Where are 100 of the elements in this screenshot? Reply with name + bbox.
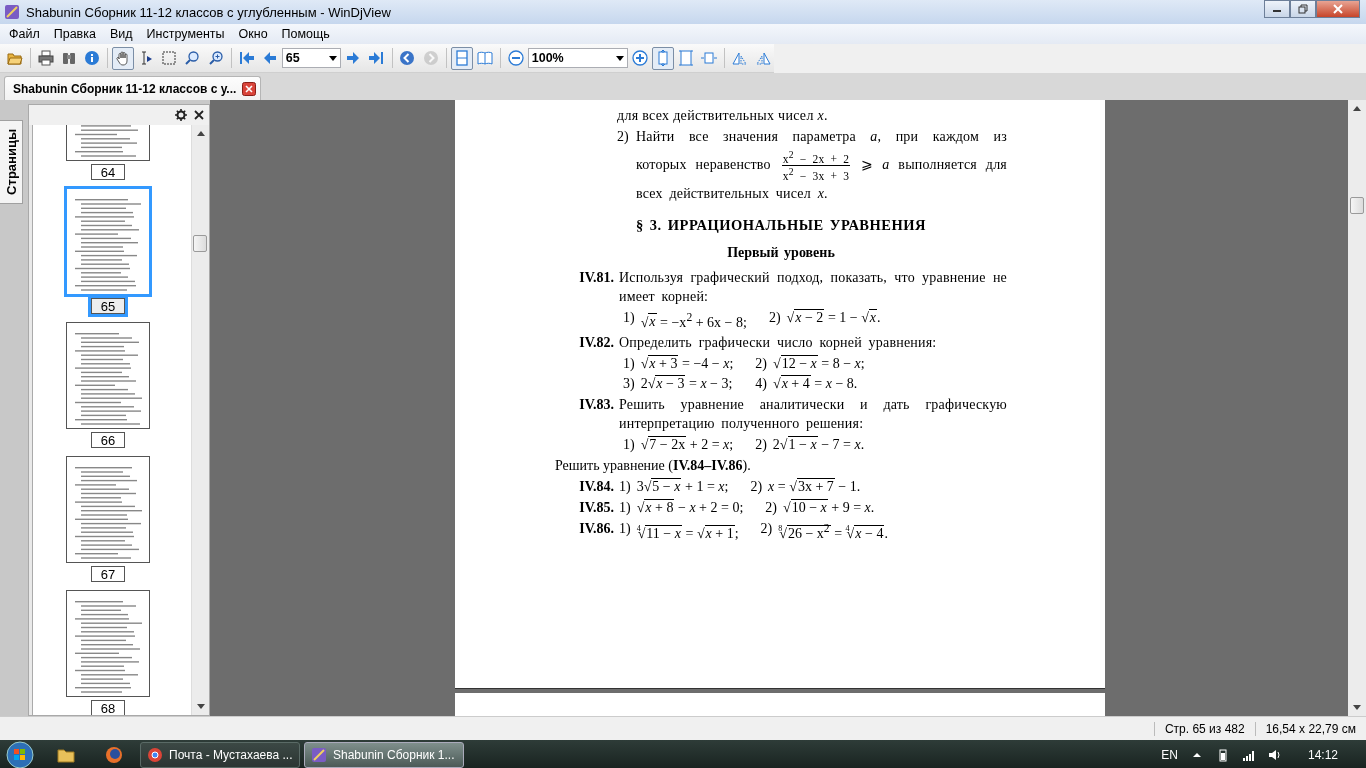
caret-icon: [615, 55, 624, 61]
zoom-out-icon: [507, 50, 524, 66]
page-thumbnail[interactable]: [66, 322, 150, 429]
settings-icon[interactable]: [175, 109, 187, 121]
clock[interactable]: 14:12: [1307, 748, 1338, 762]
item-number: 3): [623, 375, 635, 394]
status-text: Стр. 65 из 482: [1153, 721, 1255, 736]
formula: √7 − 2x + 2 = x;: [640, 435, 734, 455]
item-number: 2): [765, 499, 777, 518]
single-page-button[interactable]: [450, 46, 473, 70]
formula: $^{4}$√11 − x = √x + 1;: [636, 523, 739, 544]
printer-icon: [38, 50, 55, 66]
zoom-in-icon: [631, 50, 648, 66]
menu-item[interactable]: Окно: [231, 27, 275, 41]
formula: 3√5 − x + 1 = x;: [636, 477, 729, 497]
browser-icon: [147, 747, 163, 763]
open-folder-icon: [7, 50, 24, 66]
paragraph: Определить графически число корней уравнения:: [619, 334, 938, 353]
fit-page-button[interactable]: [651, 46, 674, 70]
scroll-thumb[interactable]: [1350, 197, 1364, 214]
item-number: 1): [619, 478, 631, 497]
single-page-icon: [453, 50, 470, 66]
close-button[interactable]: [1316, 0, 1360, 18]
subheading: Первый уровень: [727, 244, 835, 260]
menu-item[interactable]: Файл: [2, 27, 47, 41]
page-thumbnail[interactable]: [64, 186, 152, 297]
menu-item[interactable]: Помощь: [274, 27, 337, 41]
formula: √x − 2 = 1 − √x.: [786, 307, 881, 327]
scroll-down-icon[interactable]: [196, 704, 205, 709]
info-icon: [84, 50, 101, 66]
minimize-button[interactable]: [1264, 0, 1290, 18]
problem-number: IV.85.: [579, 500, 614, 516]
language-indicator[interactable]: EN: [1161, 748, 1178, 762]
magnifier-icon: [184, 50, 201, 66]
caret-icon: [329, 55, 338, 61]
menu-item[interactable]: Инструменты: [139, 27, 232, 41]
speaker-icon[interactable]: [1267, 748, 1282, 762]
menu-item[interactable]: Правка: [46, 27, 103, 41]
page-thumbnail[interactable]: [66, 456, 150, 563]
close-icon[interactable]: [193, 109, 205, 121]
problem-number: IV.81.: [579, 269, 614, 285]
page-number: 65: [91, 298, 125, 314]
formula: √10 − x + 9 = x.: [782, 498, 875, 518]
item-number: 2): [760, 520, 773, 539]
paragraph: Используя графический подход, показать, что уравнение не имеет корней:: [619, 268, 1007, 306]
formula: √x + 8 − x + 2 = 0;: [636, 498, 744, 518]
start-orb-icon: [6, 741, 34, 768]
two-pages-icon: [476, 50, 493, 66]
fit-width-icon: [700, 50, 717, 66]
rotate-right-icon: [754, 50, 771, 66]
taskbar-button[interactable]: Почта - Мустахаева ...: [140, 742, 300, 768]
dashed-rectangle-icon: [161, 50, 178, 66]
forward-circle-icon: [422, 50, 439, 66]
page-number-combo[interactable]: 65: [281, 48, 342, 68]
item-number: 1): [623, 436, 635, 455]
page-number: 68: [91, 700, 125, 715]
item-number: 2): [755, 436, 767, 455]
page-thumbnail[interactable]: [66, 590, 150, 697]
app-icon: [4, 4, 20, 20]
formula: √x + 4 = x − 8.: [772, 374, 858, 394]
item-number: 2): [768, 308, 781, 327]
rotate-left-icon: [731, 50, 748, 66]
first-page-icon: [238, 50, 255, 66]
item-number: 2): [755, 355, 767, 374]
hand-button[interactable]: [112, 46, 135, 70]
item-number: 4): [755, 375, 767, 394]
scroll-up-icon[interactable]: [196, 131, 205, 136]
page-number: 64: [91, 164, 125, 180]
status-text: 16,54 x 22,79 см: [1254, 721, 1366, 736]
binoculars-icon: [61, 50, 78, 66]
signal-icon[interactable]: [1241, 748, 1256, 762]
page-number: 67: [91, 566, 125, 582]
arrow-right-icon: [345, 50, 362, 66]
item-number: 1): [619, 499, 631, 518]
formula: 2√1 − x − 7 = x.: [772, 435, 865, 455]
scroll-thumb[interactable]: [193, 235, 207, 252]
zoom-combo[interactable]: 100%: [527, 48, 628, 68]
close-icon[interactable]: [242, 81, 257, 96]
document-tab[interactable]: Shabunin Сборник 11-12 классов с у...: [4, 76, 262, 100]
paragraph: Найти все значения параметра a, при каждом из которых неравенство x$^{2}$ − 2x + 2 x$^{2}$ − 3x + 3 ⩾ a выполняется для всех действительных чисел x.: [636, 128, 1007, 203]
maximize-icon: [1298, 4, 1308, 14]
menu-item[interactable]: Вид: [102, 27, 140, 41]
back-circle-icon: [399, 50, 416, 66]
formula: 2√x − 3 = x − 3;: [640, 374, 733, 394]
item-number: 1): [619, 520, 631, 539]
magnifier-plus-icon: [207, 50, 224, 66]
item-number: 2): [750, 478, 763, 497]
formula: √x + 3 = −4 − x;: [640, 354, 734, 374]
section-heading: § 3. ИРРАЦИОНАЛЬНЫЕ УРАВНЕНИЯ: [635, 216, 926, 233]
sidebar-tab[interactable]: Страницы: [0, 120, 23, 204]
scroll-up-icon[interactable]: [1352, 106, 1361, 111]
taskbar-button[interactable]: Shabunin Сборник 1...: [304, 742, 464, 768]
formula: √12 − x = 8 − x;: [772, 354, 865, 374]
scroll-down-icon[interactable]: [1352, 705, 1361, 710]
problem-number: IV.82.: [579, 335, 614, 351]
app-icon: [311, 747, 327, 763]
problem-number: IV.84.: [579, 479, 614, 495]
last-page-icon: [368, 50, 385, 66]
maximize-button[interactable]: [1290, 0, 1316, 18]
fit-height-icon: [677, 50, 694, 66]
